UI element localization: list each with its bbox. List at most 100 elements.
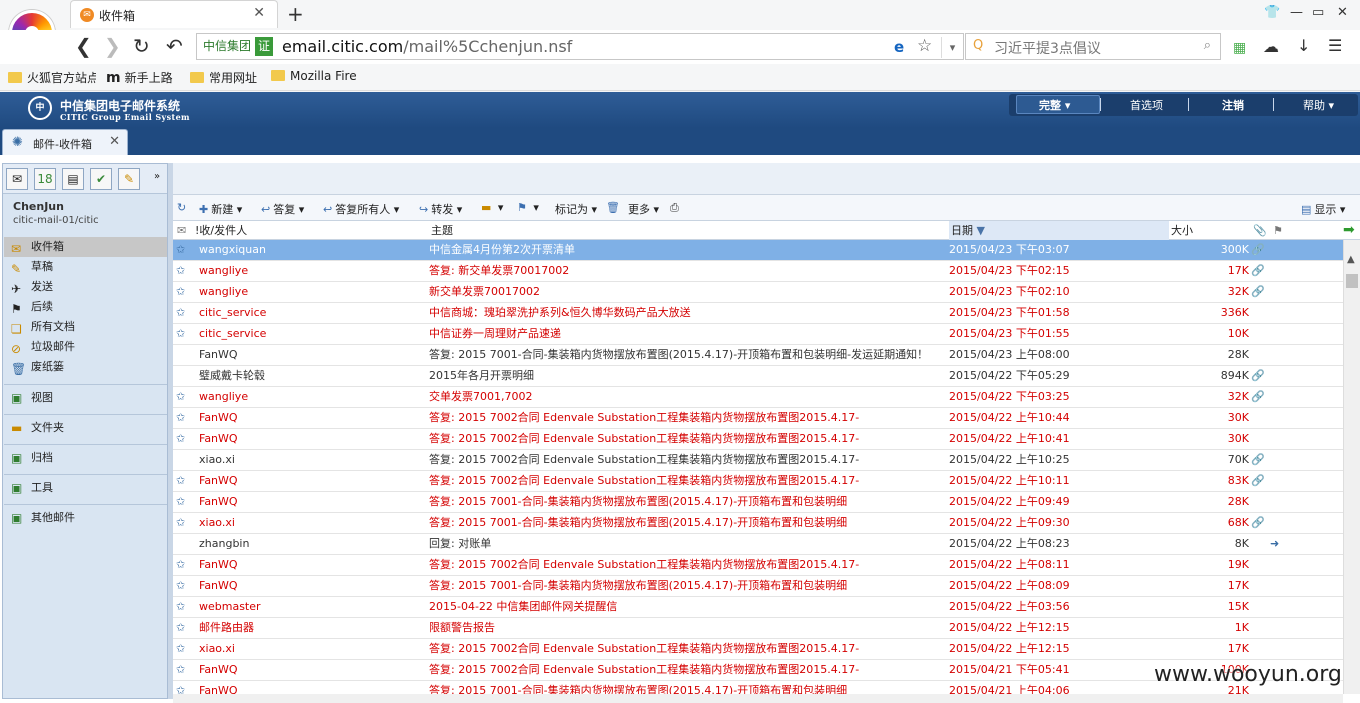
unread-star-icon[interactable]: ✩ [176, 261, 191, 281]
mark-as-button[interactable]: 标记为 ▾ [555, 201, 597, 217]
col-from[interactable]: !收/发件人 [195, 221, 247, 240]
reload-icon[interactable]: ↻ [133, 35, 150, 57]
mail-row[interactable]: FanWQ 答复: 2015 7001-合同-集装箱内货物摆放布置图(2015.4… [173, 345, 1343, 366]
ie-mode-icon[interactable]: e [894, 38, 904, 56]
menu-prefs[interactable]: 首选项 [1130, 97, 1163, 113]
mail-row[interactable]: ✩ xiao.xi 答复: 2015 7001-合同-集装箱内货物摆放布置图(201… [173, 513, 1343, 534]
tab-inbox[interactable]: ✺ 邮件-收件箱 ✕ [2, 129, 128, 155]
bookmark-item[interactable]: 常用网址 [190, 69, 257, 86]
close-tab-icon[interactable]: ✕ [253, 5, 265, 21]
mail-row[interactable]: ✩ webmaster 2015-04-22 中信集团邮件网关提醒信 2015/04/… [173, 597, 1343, 618]
apps-grid-icon[interactable]: ▦ [1233, 37, 1246, 59]
forward-icon[interactable]: ❯ [104, 35, 121, 57]
unread-star-icon[interactable]: ✩ [176, 471, 191, 491]
horizontal-scrollbar[interactable] [173, 694, 1343, 703]
unread-star-icon[interactable]: ✩ [176, 597, 191, 617]
nav-all-documents[interactable]: ❏ 所有文档 [4, 317, 167, 337]
cloud-icon[interactable]: ☁ [1263, 36, 1279, 58]
search-engine-icon[interactable]: Q [973, 38, 983, 53]
search-box[interactable]: Q 习近平提3点倡议 ⌕ [965, 33, 1221, 60]
mail-row[interactable]: ✩ FanWQ 答复: 2015 7002合同 Edenvale Substatio… [173, 429, 1343, 450]
unread-star-icon[interactable]: ✩ [176, 324, 191, 344]
close-icon[interactable]: ✕ [109, 134, 120, 149]
mail-row[interactable]: ✩ 邮件路由器 限额警告报告 2015/04/22 上午12:15 1K [173, 618, 1343, 639]
todo-icon[interactable]: ✔ [90, 168, 112, 190]
unread-star-icon[interactable]: ✩ [176, 492, 191, 512]
mail-row[interactable]: ✩ wangliye 新交单发票70017002 2015/04/23 下午02:10… [173, 282, 1343, 303]
menu-icon[interactable]: ☰ [1328, 35, 1342, 57]
unread-star-icon[interactable]: ✩ [176, 681, 191, 694]
mail-row[interactable]: ✩ wangliye 答复: 新交单发票70017002 2015/04/23 下午0… [173, 261, 1343, 282]
mail-row[interactable]: ✩ citic_service 中信商城：瑰珀翠洗护系列&恒久博华数码产品大放送 20… [173, 303, 1343, 324]
mail-row[interactable]: ✩ FanWQ 答复: 2015 7001-合同-集装箱内货物摆放布置图(2015.… [173, 576, 1343, 597]
unread-star-icon[interactable]: ✩ [176, 555, 191, 575]
minimize-icon[interactable]: — [1290, 5, 1303, 20]
print-button[interactable]: ⎙ [670, 201, 682, 215]
unread-star-icon[interactable]: ✩ [176, 282, 191, 302]
display-button[interactable]: ▤ 显示 ▾ [1301, 201, 1345, 217]
calendar-icon[interactable]: 18 [34, 168, 56, 190]
mail-row[interactable]: ✩ FanWQ 答复: 2015 7002合同 Edenvale Substatio… [173, 471, 1343, 492]
unread-star-icon[interactable]: ✩ [176, 240, 191, 260]
scroll-thumb[interactable] [1346, 274, 1358, 288]
unread-star-icon[interactable]: ✩ [176, 429, 191, 449]
scroll-up-icon[interactable]: ▲ [1347, 254, 1355, 265]
new-tab-icon[interactable]: + [287, 2, 304, 26]
unread-star-icon[interactable]: ✩ [176, 408, 191, 428]
notebook-icon[interactable]: ✎ [118, 168, 140, 190]
search-icon[interactable]: ⌕ [1204, 38, 1211, 53]
nav-inbox[interactable]: ✉ 收件箱 [4, 237, 167, 257]
cert-icon[interactable]: 证 [255, 37, 273, 56]
col-date[interactable]: 日期 ▼ [949, 221, 1169, 240]
download-icon[interactable]: ↓ [1297, 35, 1310, 57]
move-to-folder-button[interactable]: ▬ ▾ [481, 201, 503, 214]
nav-group-tools[interactable]: ▣ 工具 [4, 474, 167, 500]
nav-group-archive[interactable]: ▣ 归档 [4, 444, 167, 470]
bookmark-item[interactable]: m 新手上路 [106, 69, 173, 86]
unread-star-icon[interactable]: ✩ [176, 513, 191, 533]
unread-star-icon[interactable]: ✩ [176, 387, 191, 407]
next-arrow-icon[interactable]: ➡ [1343, 221, 1355, 240]
mail-row[interactable]: xiao.xi 答复: 2015 7002合同 Edenvale Substati… [173, 450, 1343, 471]
mail-icon[interactable]: ✉ [6, 168, 28, 190]
back-icon[interactable]: ❮ [75, 35, 92, 57]
more-button[interactable]: 更多 ▾ [628, 201, 659, 217]
maximize-icon[interactable]: ▭ [1312, 5, 1324, 20]
more-apps-icon[interactable]: » [154, 171, 160, 182]
forward-button[interactable]: ↪ 转发 ▾ [419, 201, 462, 217]
nav-group-folders[interactable]: ▬ 文件夹 [4, 414, 167, 440]
mail-row[interactable]: ✩ FanWQ 答复: 2015 7002合同 Edenvale Substatio… [173, 408, 1343, 429]
mail-row[interactable]: ✩ FanWQ 答复: 2015 7002合同 Edenvale Substatio… [173, 555, 1343, 576]
close-window-icon[interactable]: ✕ [1337, 5, 1348, 20]
url-text[interactable]: email.citic.com/mail%5Cchenjun.nsf [282, 37, 572, 56]
menu-help[interactable]: 帮助 ▾ [1303, 97, 1334, 113]
unread-star-icon[interactable]: ✩ [176, 576, 191, 596]
unread-star-icon[interactable]: ✩ [176, 639, 191, 659]
nav-followup[interactable]: ⚑ 后续 [4, 297, 167, 317]
undo-icon[interactable]: ↶ [166, 35, 183, 57]
menu-logout[interactable]: 注销 [1222, 97, 1244, 113]
nav-drafts[interactable]: ✎ 草稿 [4, 257, 167, 277]
bookmark-item[interactable]: 火狐官方站点 [8, 69, 96, 86]
refresh-button[interactable]: ↻ [177, 201, 189, 214]
nav-group-other-mail[interactable]: ▣ 其他邮件 [4, 504, 167, 530]
nav-trash[interactable]: 🗑 废纸篓 [4, 357, 167, 377]
mail-row[interactable]: ✩ xiao.xi 答复: 2015 7002合同 Edenvale Substat… [173, 639, 1343, 660]
reply-button[interactable]: ↩ 答复 ▾ [261, 201, 304, 217]
col-subject[interactable]: 主题 [431, 221, 453, 240]
contacts-icon[interactable]: ▤ [62, 168, 84, 190]
unread-star-icon[interactable]: ✩ [176, 618, 191, 638]
new-button[interactable]: ✚ 新建 ▾ [199, 201, 242, 217]
bookmark-star-icon[interactable]: ☆ [917, 36, 932, 56]
attachment-column-icon[interactable]: 📎 [1253, 221, 1267, 240]
vertical-scrollbar[interactable]: ▲ [1343, 240, 1360, 694]
flag-button[interactable]: ⚑ ▾ [517, 201, 539, 214]
address-bar[interactable]: 中信集团 证 email.citic.com/mail%5Cchenjun.ns… [196, 33, 964, 60]
menu-complete[interactable]: 完整 ▾ [1039, 97, 1070, 113]
col-size[interactable]: 大小 [1171, 221, 1193, 240]
flag-column-icon[interactable]: ⚑ [1273, 221, 1283, 240]
url-dropdown-icon[interactable]: ▾ [941, 37, 963, 58]
delete-button[interactable]: 🗑 [606, 201, 623, 214]
unread-star-icon[interactable]: ✩ [176, 303, 191, 323]
mail-row[interactable]: ✩ FanWQ 答复: 2015 7001-合同-集装箱内货物摆放布置图(2015.… [173, 492, 1343, 513]
